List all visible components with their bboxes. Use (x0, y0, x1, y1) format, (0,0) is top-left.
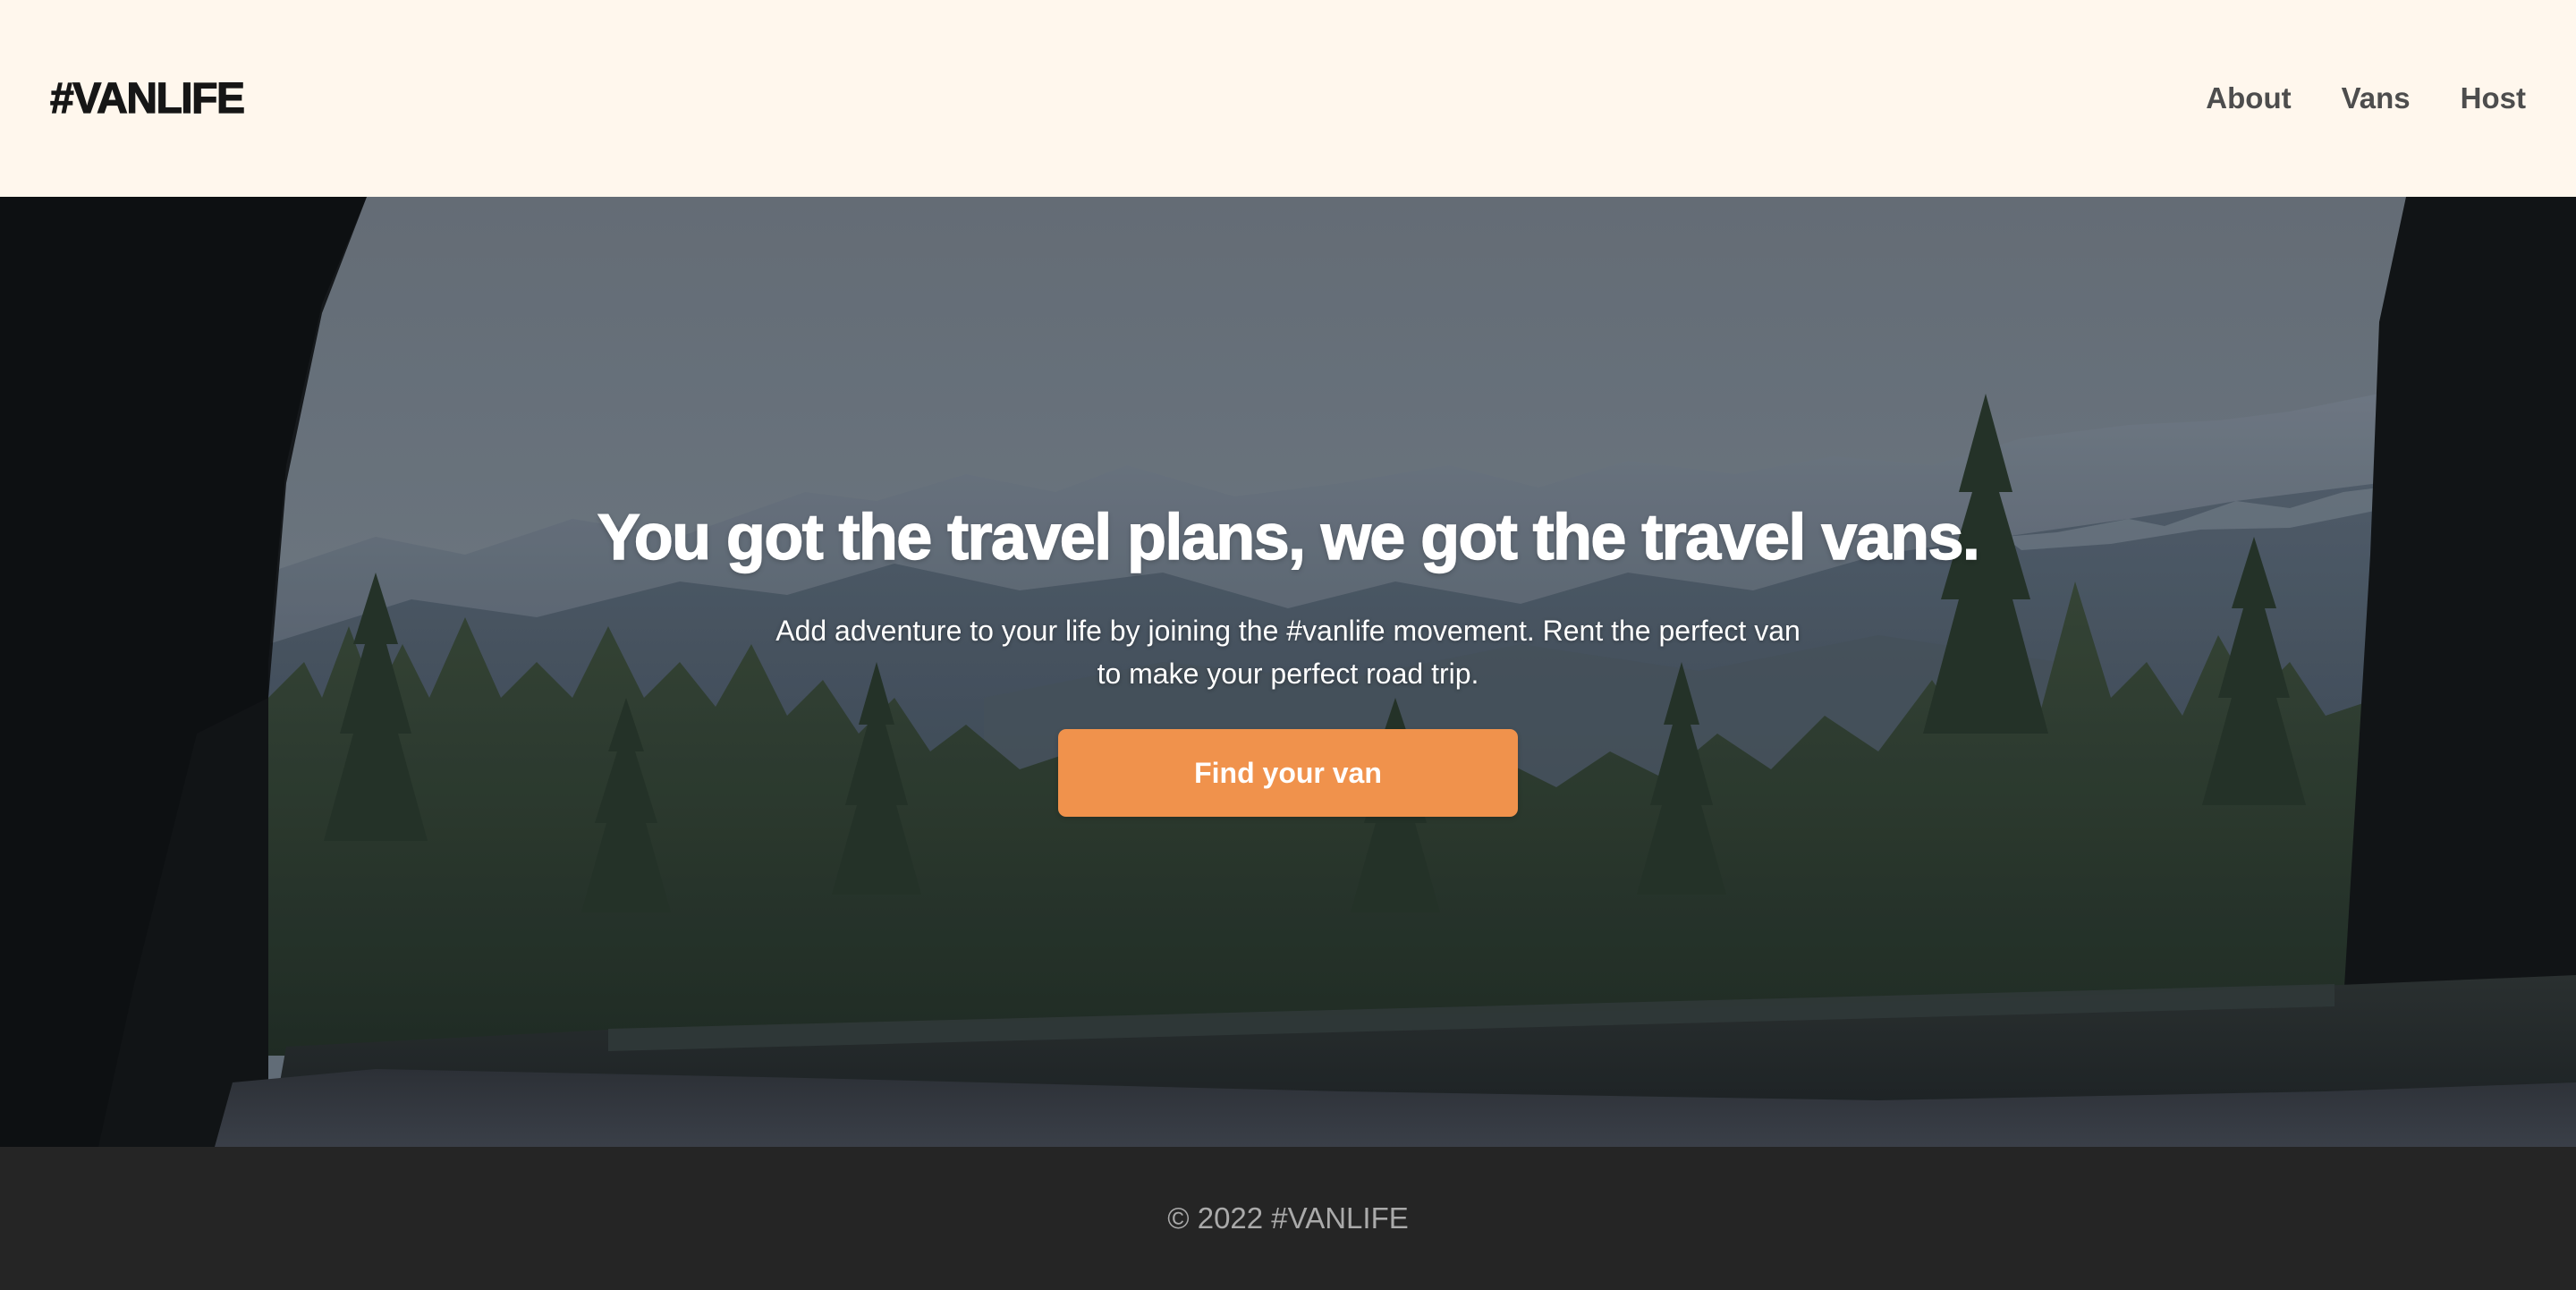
main-nav: About Vans Host (2206, 81, 2526, 115)
hero-title: You got the travel plans, we got the tra… (597, 502, 1981, 574)
site-header: #VANLIFE About Vans Host (0, 0, 2576, 197)
footer-copyright: © 2022 #VANLIFE (1167, 1201, 1409, 1235)
hero-subtitle: Add adventure to your life by joining th… (775, 615, 1801, 691)
nav-link-host[interactable]: Host (2461, 81, 2526, 115)
site-footer: © 2022 #VANLIFE (0, 1147, 2576, 1290)
hero-section: You got the travel plans, we got the tra… (0, 197, 2576, 1147)
nav-link-vans[interactable]: Vans (2342, 81, 2411, 115)
site-logo[interactable]: #VANLIFE (49, 74, 245, 123)
nav-link-about[interactable]: About (2206, 81, 2291, 115)
find-your-van-button[interactable]: Find your van (1058, 729, 1518, 818)
hero-content: You got the travel plans, we got the tra… (0, 502, 2576, 818)
